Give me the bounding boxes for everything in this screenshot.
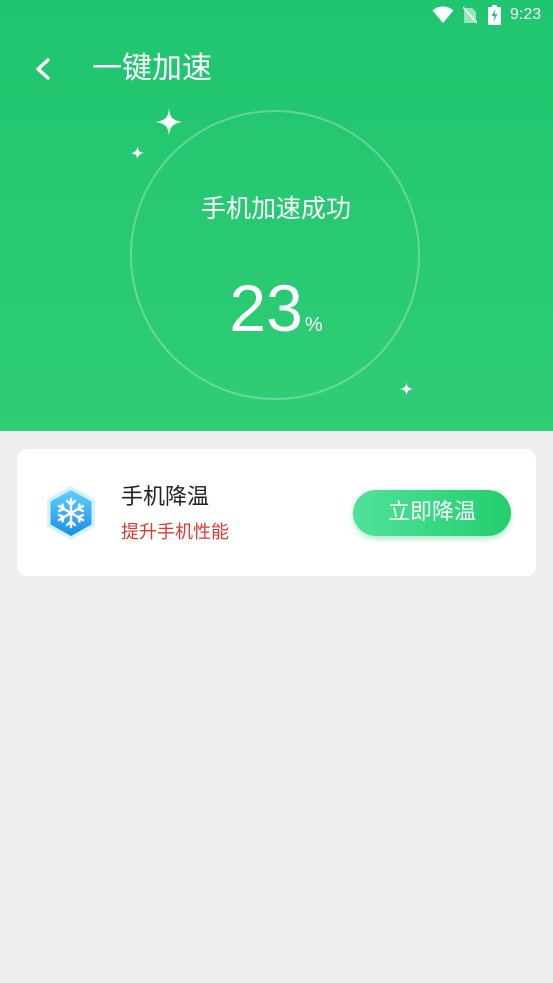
boost-percentage: 23% <box>130 268 422 366</box>
sparkle-icon <box>156 108 182 136</box>
page-title: 一键加速 <box>92 51 212 86</box>
sparkle-icon <box>400 382 413 396</box>
cool-now-button[interactable]: 立即降温 <box>353 490 511 536</box>
chevron-left-icon <box>36 58 50 80</box>
no-sim-icon <box>463 6 477 24</box>
status-bar: 9:23 <box>0 0 553 30</box>
sparkle-icon <box>131 146 144 160</box>
card-title: 手机降温 <box>121 485 210 510</box>
cool-down-card: 手机降温 提升手机性能 立即降温 <box>17 449 536 576</box>
battery-charging-icon <box>488 5 501 25</box>
wifi-icon <box>432 6 454 23</box>
snowflake-icon <box>47 486 95 540</box>
hero-panel: 9:23 一键加速 手机加速成功 23% <box>0 0 553 431</box>
card-subtitle: 提升手机性能 <box>121 522 229 543</box>
percent-unit: % <box>304 314 323 336</box>
back-button[interactable] <box>26 52 60 86</box>
success-message: 手机加速成功 <box>200 194 351 223</box>
status-time: 9:23 <box>510 6 542 23</box>
percent-value: 23 <box>229 271 303 345</box>
